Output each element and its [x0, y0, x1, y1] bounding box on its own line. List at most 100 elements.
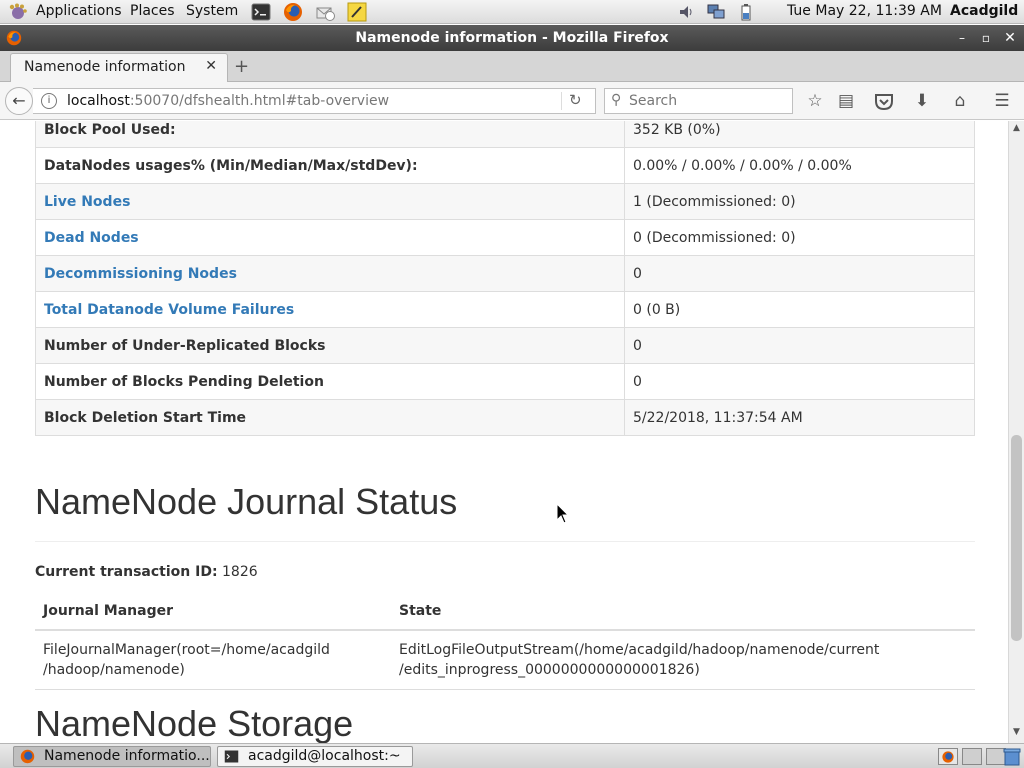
- taskbar-firefox-label: Namenode informatio...: [44, 748, 210, 764]
- text-editor-launcher-icon[interactable]: [347, 2, 367, 22]
- panel-user-name[interactable]: Acadgild: [950, 3, 1018, 19]
- summary-table: Block Pool Used: 352 KB (0%) DataNodes usa…: [35, 121, 975, 436]
- summary-value: 1 (Decommissioned: 0): [624, 183, 975, 220]
- table-row: Dead Nodes 0 (Decommissioned: 0): [35, 219, 975, 256]
- table-row: Decommissioning Nodes 0: [35, 255, 975, 292]
- search-input[interactable]: ⚲ Search: [604, 88, 793, 114]
- pocket-icon[interactable]: [874, 92, 894, 112]
- search-icon: ⚲: [611, 92, 622, 108]
- summary-value: 352 KB (0%): [624, 121, 975, 148]
- terminal-launcher-icon[interactable]: [251, 2, 271, 22]
- state-line: EditLogFileOutputStream(/home/acadgild/h…: [399, 642, 880, 658]
- panel-clock[interactable]: Tue May 22, 11:39 AM: [787, 3, 942, 19]
- summary-label: Block Deletion Start Time: [35, 399, 625, 436]
- applications-menu[interactable]: Applications: [36, 3, 122, 19]
- back-button[interactable]: ←: [5, 87, 33, 115]
- table-row: Block Pool Used: 352 KB (0%): [35, 121, 975, 148]
- page-viewport: Block Pool Used: 352 KB (0%) DataNodes usa…: [0, 121, 1008, 743]
- summary-link[interactable]: Live Nodes: [35, 183, 625, 220]
- summary-value: 0: [624, 363, 975, 400]
- table-row: Total Datanode Volume Failures 0 (0 B): [35, 291, 975, 328]
- state-line: /edits_inprogress_0000000000000001826): [399, 662, 700, 678]
- table-row: DataNodes usages% (Min/Median/Max/stdDev…: [35, 147, 975, 184]
- volume-icon[interactable]: [678, 3, 696, 21]
- summary-link[interactable]: Decommissioning Nodes: [35, 255, 625, 292]
- bookmark-star-icon[interactable]: ☆: [805, 91, 825, 111]
- journal-manager-cell: FileJournalManager(root=/home/acadgild /…: [35, 630, 391, 690]
- taskbar-terminal-label: acadgild@localhost:~: [248, 748, 401, 764]
- download-icon[interactable]: ⬇: [912, 91, 932, 111]
- top-panel: Applications Places System Tue May 22, 1…: [0, 0, 1024, 24]
- firefox-task-icon: [20, 749, 35, 764]
- network-icon[interactable]: [707, 3, 725, 21]
- table-row: Number of Blocks Pending Deletion 0: [35, 363, 975, 400]
- url-text[interactable]: localhost:50070/dfshealth.html#tab-overv…: [67, 93, 389, 109]
- summary-link[interactable]: Total Datanode Volume Failures: [35, 291, 625, 328]
- column-state: State: [391, 593, 975, 631]
- mail-clock-launcher-icon[interactable]: [315, 2, 335, 22]
- storage-heading: NameNode Storage: [35, 703, 354, 743]
- taskbar-terminal-window[interactable]: acadgild@localhost:~: [217, 746, 413, 767]
- summary-value: 0 (0 B): [624, 291, 975, 328]
- scroll-up-icon[interactable]: ▲: [1011, 123, 1022, 133]
- table-row: Number of Under-Replicated Blocks 0: [35, 327, 975, 364]
- system-menu[interactable]: System: [186, 3, 238, 19]
- txid-label: Current transaction ID:: [35, 564, 218, 580]
- manager-line: /hadoop/namenode): [43, 662, 185, 678]
- trash-icon[interactable]: [1002, 747, 1022, 766]
- summary-label: Number of Under-Replicated Blocks: [35, 327, 625, 364]
- places-menu[interactable]: Places: [130, 3, 175, 19]
- gnome-foot-icon[interactable]: [8, 3, 28, 21]
- reading-list-icon[interactable]: ▤: [836, 91, 856, 111]
- navigation-bar: i localhost:50070/dfshealth.html#tab-ove…: [0, 82, 1024, 120]
- journal-header-row: Journal Manager State: [35, 593, 975, 631]
- maximize-icon[interactable]: ▫: [976, 28, 996, 48]
- close-window-icon[interactable]: ✕: [1000, 28, 1020, 48]
- firefox-launcher-icon[interactable]: [283, 2, 303, 22]
- bottom-taskbar: Namenode informatio... acadgild@localhos…: [0, 743, 1024, 768]
- summary-value: 0.00% / 0.00% / 0.00% / 0.00%: [624, 147, 975, 184]
- back-arrow-icon: ←: [12, 91, 26, 110]
- scroll-thumb[interactable]: [1011, 435, 1022, 641]
- mouse-cursor-icon: [556, 503, 570, 524]
- state-cell: EditLogFileOutputStream(/home/acadgild/h…: [391, 630, 975, 690]
- txid-value: 1826: [222, 564, 258, 580]
- table-row: FileJournalManager(root=/home/acadgild /…: [35, 630, 975, 690]
- new-tab-icon[interactable]: +: [234, 56, 249, 77]
- reload-icon[interactable]: ↻: [569, 91, 582, 109]
- url-host: localhost: [67, 93, 130, 109]
- url-separator: [561, 92, 562, 110]
- summary-value: 0 (Decommissioned: 0): [624, 219, 975, 256]
- summary-label: DataNodes usages% (Min/Median/Max/stdDev…: [35, 147, 625, 184]
- battery-icon[interactable]: [737, 3, 755, 21]
- summary-label: Block Pool Used:: [35, 121, 625, 148]
- tab-namenode-information[interactable]: Namenode information ✕: [10, 53, 228, 82]
- taskbar-firefox-window[interactable]: Namenode informatio...: [13, 746, 211, 767]
- section-divider: [35, 541, 975, 542]
- close-tab-icon[interactable]: ✕: [205, 58, 217, 74]
- minimize-icon[interactable]: –: [952, 28, 972, 48]
- scroll-down-icon[interactable]: ▼: [1011, 727, 1022, 737]
- summary-value: 5/22/2018, 11:37:54 AM: [624, 399, 975, 436]
- journal-table: Journal Manager State FileJournalManager…: [35, 593, 975, 690]
- summary-value: 0: [624, 327, 975, 364]
- workspace-1[interactable]: [938, 748, 958, 765]
- summary-value: 0: [624, 255, 975, 292]
- site-info-icon[interactable]: i: [41, 93, 57, 109]
- summary-label: Number of Blocks Pending Deletion: [35, 363, 625, 400]
- hamburger-menu-icon[interactable]: ☰: [992, 91, 1012, 111]
- firefox-workspace-icon: [942, 751, 954, 763]
- search-placeholder: Search: [629, 93, 678, 109]
- tab-label: Namenode information: [24, 59, 186, 75]
- url-bar[interactable]: i localhost:50070/dfshealth.html#tab-ove…: [33, 88, 596, 114]
- manager-line: FileJournalManager(root=/home/acadgild: [43, 642, 330, 658]
- column-journal-manager: Journal Manager: [35, 593, 391, 631]
- home-icon[interactable]: ⌂: [950, 91, 970, 111]
- workspace-2[interactable]: [962, 748, 982, 765]
- vertical-scrollbar[interactable]: ▲ ▼: [1008, 121, 1024, 743]
- tab-strip: Namenode information ✕ +: [0, 51, 1024, 82]
- summary-link[interactable]: Dead Nodes: [35, 219, 625, 256]
- current-transaction-id: Current transaction ID: 1826: [35, 564, 258, 580]
- window-titlebar[interactable]: Namenode information - Mozilla Firefox –…: [0, 25, 1024, 51]
- table-row: Block Deletion Start Time 5/22/2018, 11:3…: [35, 399, 975, 436]
